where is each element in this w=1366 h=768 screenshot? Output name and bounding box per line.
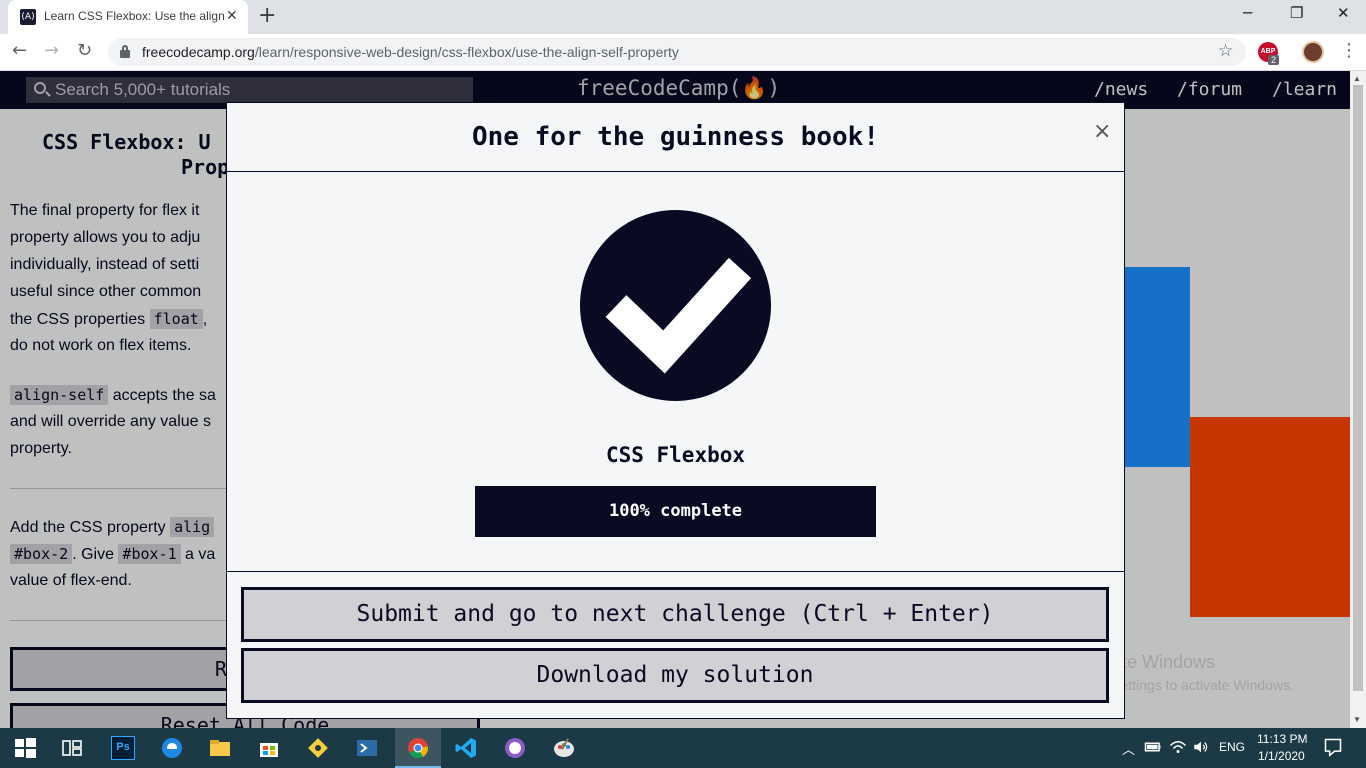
- file-explorer-icon[interactable]: [208, 736, 232, 760]
- lock-icon: [120, 45, 130, 58]
- forward-icon[interactable]: →: [44, 40, 59, 61]
- chrome-icon[interactable]: [406, 736, 430, 760]
- github-desktop-icon[interactable]: [503, 736, 527, 760]
- url-text: freecodecamp.org/learn/responsive-web-de…: [142, 44, 679, 60]
- notifications-icon[interactable]: [1323, 737, 1343, 757]
- show-hidden-icons-icon[interactable]: ︿: [1122, 739, 1135, 758]
- tab-title: Learn CSS Flexbox: Use the align-self Pr…: [44, 9, 224, 23]
- windows-taskbar: Ps ︿ ENG 11:13 PM 1/1/2020: [0, 728, 1366, 768]
- edge-icon[interactable]: [160, 736, 184, 760]
- browser-toolbar: ← → ↻ freecodecamp.org/learn/responsive-…: [0, 34, 1366, 71]
- windows-start-icon[interactable]: [13, 736, 37, 760]
- window-close-icon[interactable]: ✕: [1337, 4, 1350, 22]
- progress-label: 100% complete: [608, 501, 743, 521]
- address-bar[interactable]: freecodecamp.org/learn/responsive-web-de…: [108, 38, 1246, 66]
- bookmark-star-icon[interactable]: ☆: [1218, 41, 1233, 61]
- scroll-thumb[interactable]: [1353, 85, 1363, 691]
- task-view-icon[interactable]: [60, 736, 84, 760]
- fcc-favicon-icon: (A): [20, 9, 36, 25]
- battery-icon[interactable]: [1144, 738, 1162, 756]
- page-scrollbar[interactable]: ▲ ▼: [1350, 71, 1366, 728]
- checkmark-icon: [580, 210, 771, 401]
- restore-icon[interactable]: ❐: [1290, 4, 1303, 22]
- browser-menu-icon[interactable]: ⋮: [1340, 40, 1358, 61]
- browser-tab-strip: (A) Learn CSS Flexbox: Use the align-sel…: [0, 0, 1366, 34]
- extension-badge: 2: [1268, 55, 1280, 65]
- submit-next-button[interactable]: Submit and go to next challenge (Ctrl + …: [241, 587, 1109, 642]
- completion-modal: One for the guinness book! × CSS Flexbox…: [226, 102, 1125, 719]
- git-kraken-icon[interactable]: [306, 736, 330, 760]
- progress-bar: 100% complete: [475, 486, 876, 537]
- vscode-icon[interactable]: [454, 736, 478, 760]
- modal-header: One for the guinness book! ×: [227, 103, 1124, 172]
- language-indicator[interactable]: ENG: [1219, 740, 1245, 754]
- scroll-up-icon[interactable]: ▲: [1353, 74, 1361, 83]
- photoshop-icon[interactable]: Ps: [111, 736, 135, 760]
- powershell-icon[interactable]: [355, 736, 379, 760]
- clock-date[interactable]: 1/1/2020: [1258, 749, 1305, 763]
- wifi-icon[interactable]: [1169, 738, 1187, 756]
- volume-icon[interactable]: [1192, 738, 1210, 756]
- download-solution-button[interactable]: Download my solution: [241, 648, 1109, 703]
- store-icon[interactable]: [257, 736, 281, 760]
- minimize-icon[interactable]: ─: [1243, 4, 1252, 22]
- block-name: CSS Flexbox: [605, 443, 746, 467]
- new-tab-icon[interactable]: +: [258, 3, 276, 28]
- paint-icon[interactable]: [552, 736, 576, 760]
- reload-icon[interactable]: ↻: [77, 40, 92, 61]
- back-icon[interactable]: ←: [12, 40, 27, 61]
- clock-time[interactable]: 11:13 PM: [1257, 732, 1307, 746]
- scroll-down-icon[interactable]: ▼: [1353, 715, 1361, 724]
- profile-avatar[interactable]: [1302, 41, 1324, 63]
- close-icon[interactable]: ×: [1093, 119, 1111, 144]
- tab-close-icon[interactable]: ✕: [226, 8, 238, 24]
- modal-divider: [227, 571, 1124, 572]
- browser-tab[interactable]: (A) Learn CSS Flexbox: Use the align-sel…: [8, 0, 248, 34]
- modal-title: One for the guinness book!: [472, 122, 879, 152]
